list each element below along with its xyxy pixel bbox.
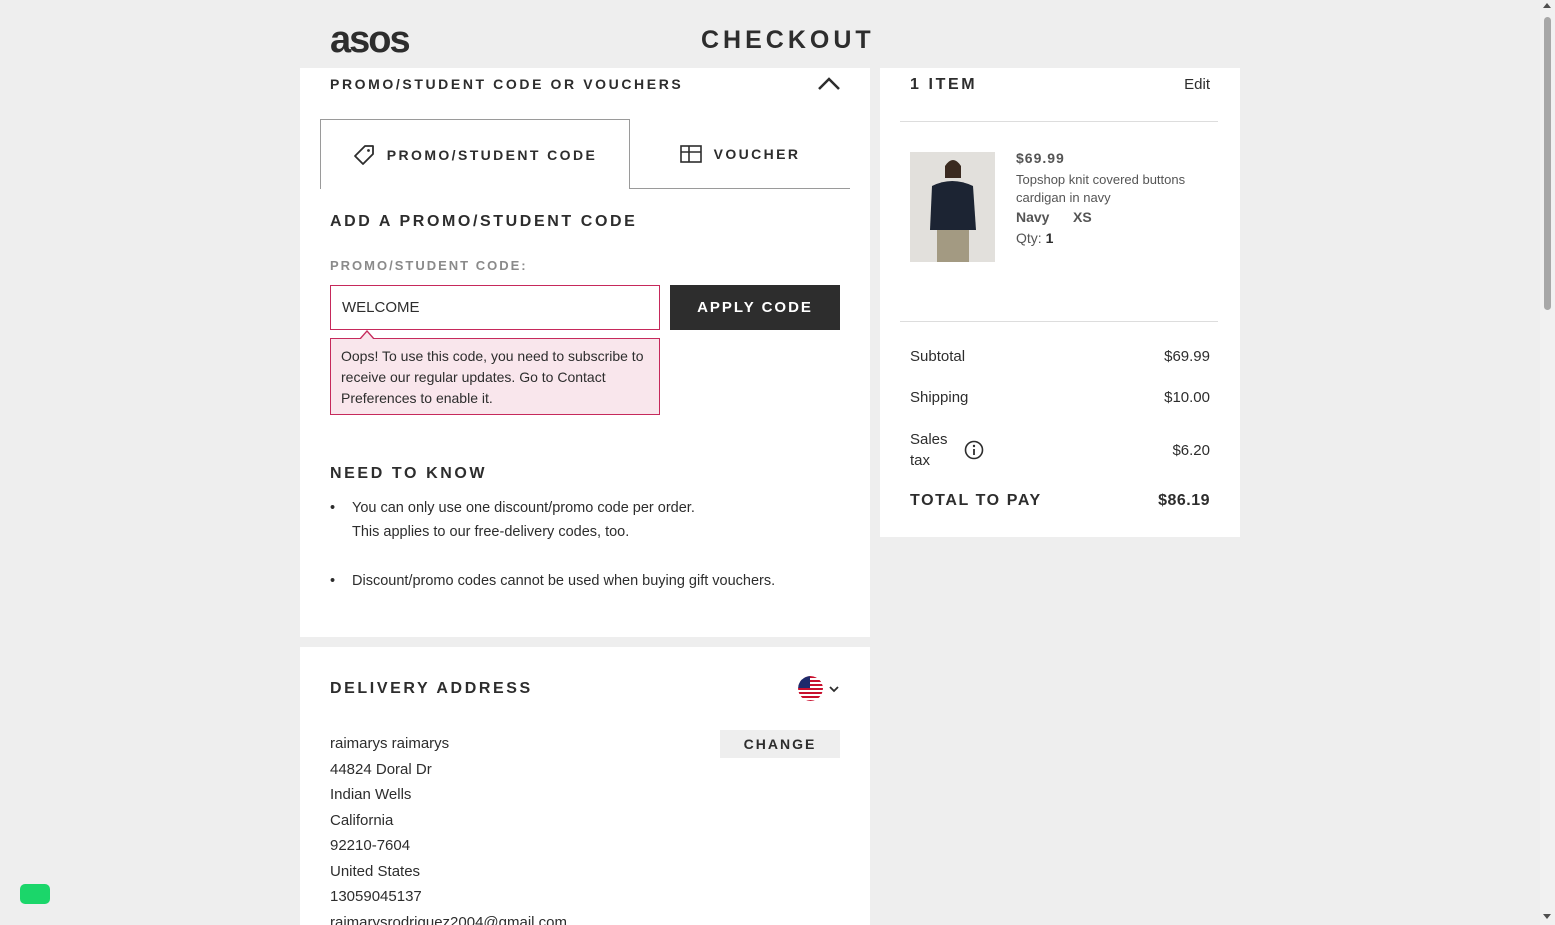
sales-tax-value: $6.20 (1172, 442, 1210, 459)
need-to-know-heading: NEED TO KNOW (330, 465, 488, 482)
chevron-up-icon[interactable] (816, 74, 842, 94)
address-line: raimarysrodriguez2004@gmail.com (330, 913, 567, 925)
vertical-scrollbar[interactable] (1540, 0, 1555, 925)
divider (900, 321, 1218, 322)
promo-section-heading[interactable]: PROMO/STUDENT CODE OR VOUCHERS (330, 76, 683, 92)
tab-promo-label: PROMO/STUDENT CODE (386, 146, 598, 163)
us-flag-icon (798, 676, 823, 701)
product-price: $69.99 (1016, 150, 1065, 166)
delivery-address-heading: DELIVERY ADDRESS (330, 680, 533, 697)
tab-voucher[interactable]: VOUCHER (630, 119, 850, 189)
subtotal-row: Subtotal $69.99 (910, 348, 1210, 365)
total-label: TOTAL TO PAY (910, 492, 1042, 509)
promo-panel: PROMO/STUDENT CODE OR VOUCHERS PROMO/STU… (300, 68, 870, 637)
address-line: 13059045137 (330, 888, 422, 905)
checkout-page: asos CHECKOUT PROMO/STUDENT CODE OR VOUC… (0, 0, 1540, 925)
items-count-heading: 1 ITEM (910, 76, 978, 93)
product-color: Navy (1016, 209, 1050, 225)
address-line: Indian Wells (330, 786, 412, 803)
total-row: TOTAL TO PAY $86.19 (910, 492, 1210, 510)
address-line: 92210-7604 (330, 837, 411, 854)
change-address-button[interactable]: CHANGE (720, 730, 840, 758)
list-item: Discount/promo codes cannot be used when… (330, 569, 850, 593)
page-title: CHECKOUT (701, 26, 875, 54)
product-size: XS (1073, 209, 1092, 225)
voucher-icon (679, 144, 702, 163)
list-item-line: You can only use one discount/promo code… (352, 500, 695, 516)
shipping-value: $10.00 (1164, 389, 1210, 406)
address-line: 44824 Doral Dr (330, 760, 432, 778)
qty-label: Qty: (1016, 230, 1042, 246)
promo-field-label: PROMO/STUDENT CODE: (330, 258, 528, 273)
apply-code-button[interactable]: APPLY CODE (670, 285, 840, 330)
error-text: Oops! To use this code, you need to subs… (341, 348, 644, 406)
address-line: raimarys raimarys (330, 735, 450, 752)
divider (900, 121, 1218, 122)
product-name[interactable]: Topshop knit covered buttons cardigan in… (1016, 171, 1206, 207)
qty-value: 1 (1045, 230, 1054, 246)
address-line: United States (330, 862, 421, 880)
subtotal-label: Subtotal (910, 348, 966, 365)
subtotal-value: $69.99 (1164, 348, 1210, 365)
promo-error-message: Oops! To use this code, you need to subs… (330, 330, 660, 415)
scroll-up-arrow-icon[interactable] (1543, 3, 1551, 8)
product-qty: Qty: 1 (1016, 230, 1053, 246)
chevron-down-icon (829, 685, 839, 692)
tab-voucher-label: VOUCHER (713, 145, 801, 162)
list-item-line: This applies to our free-delivery codes,… (352, 524, 630, 540)
promo-code-input[interactable] (330, 285, 660, 330)
need-to-know-list: You can only use one discount/promo code… (330, 496, 850, 618)
tab-promo-code[interactable]: PROMO/STUDENT CODE (320, 119, 630, 189)
list-item: You can only use one discount/promo code… (330, 496, 850, 544)
scroll-down-arrow-icon[interactable] (1543, 914, 1551, 919)
tag-icon (353, 144, 374, 165)
country-selector[interactable] (798, 676, 839, 701)
add-promo-heading: ADD A PROMO/STUDENT CODE (330, 213, 638, 230)
error-caret (359, 330, 375, 340)
chat-widget-button[interactable] (20, 884, 50, 904)
list-item-line: Discount/promo codes cannot be used when… (352, 573, 776, 589)
product-image[interactable] (910, 152, 995, 262)
address-line: California (330, 811, 394, 829)
asos-logo[interactable]: asos (330, 20, 411, 60)
order-summary-panel: 1 ITEM Edit $69.99 Topshop knit covered … (880, 68, 1240, 537)
edit-bag-link[interactable]: Edit (1184, 76, 1210, 93)
address-block: raimarys raimarys 44824 Doral Dr Indian … (330, 731, 567, 925)
sales-tax-row: Sales tax $6.20 (910, 429, 1210, 473)
shipping-row: Shipping $10.00 (910, 389, 1210, 406)
delivery-panel: DELIVERY ADDRESS CHANGE raimarys raimary… (300, 647, 870, 925)
shipping-label: Shipping (910, 389, 969, 406)
sales-tax-label: Sales tax (910, 431, 948, 469)
scroll-thumb[interactable] (1544, 17, 1551, 310)
info-icon[interactable] (964, 440, 984, 460)
total-value: $86.19 (1158, 492, 1210, 509)
